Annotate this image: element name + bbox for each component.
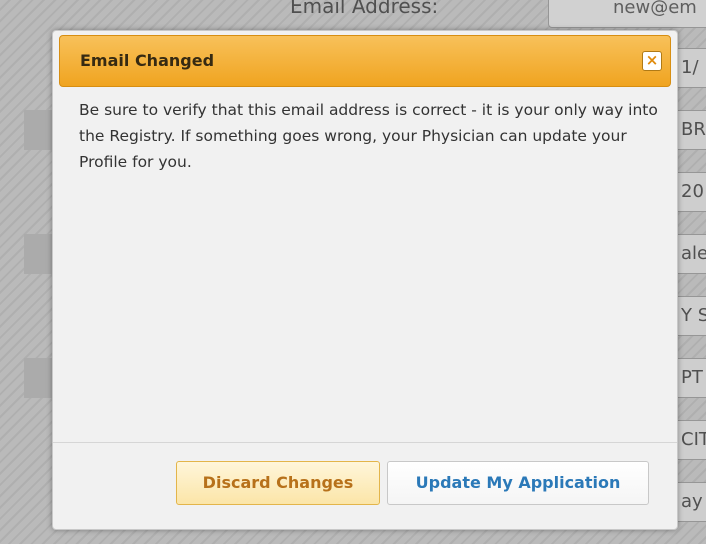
dialog-title: Email Changed [80, 51, 215, 70]
close-icon[interactable]: × [642, 51, 662, 71]
discard-changes-button[interactable]: Discard Changes [176, 461, 380, 505]
dialog-message: Be sure to verify that this email addres… [79, 101, 658, 171]
email-changed-dialog: Email Changed × Be sure to verify that t… [52, 30, 678, 530]
dialog-titlebar: Email Changed × [59, 35, 671, 87]
update-my-application-button[interactable]: Update My Application [387, 461, 649, 505]
dialog-divider [53, 442, 677, 443]
